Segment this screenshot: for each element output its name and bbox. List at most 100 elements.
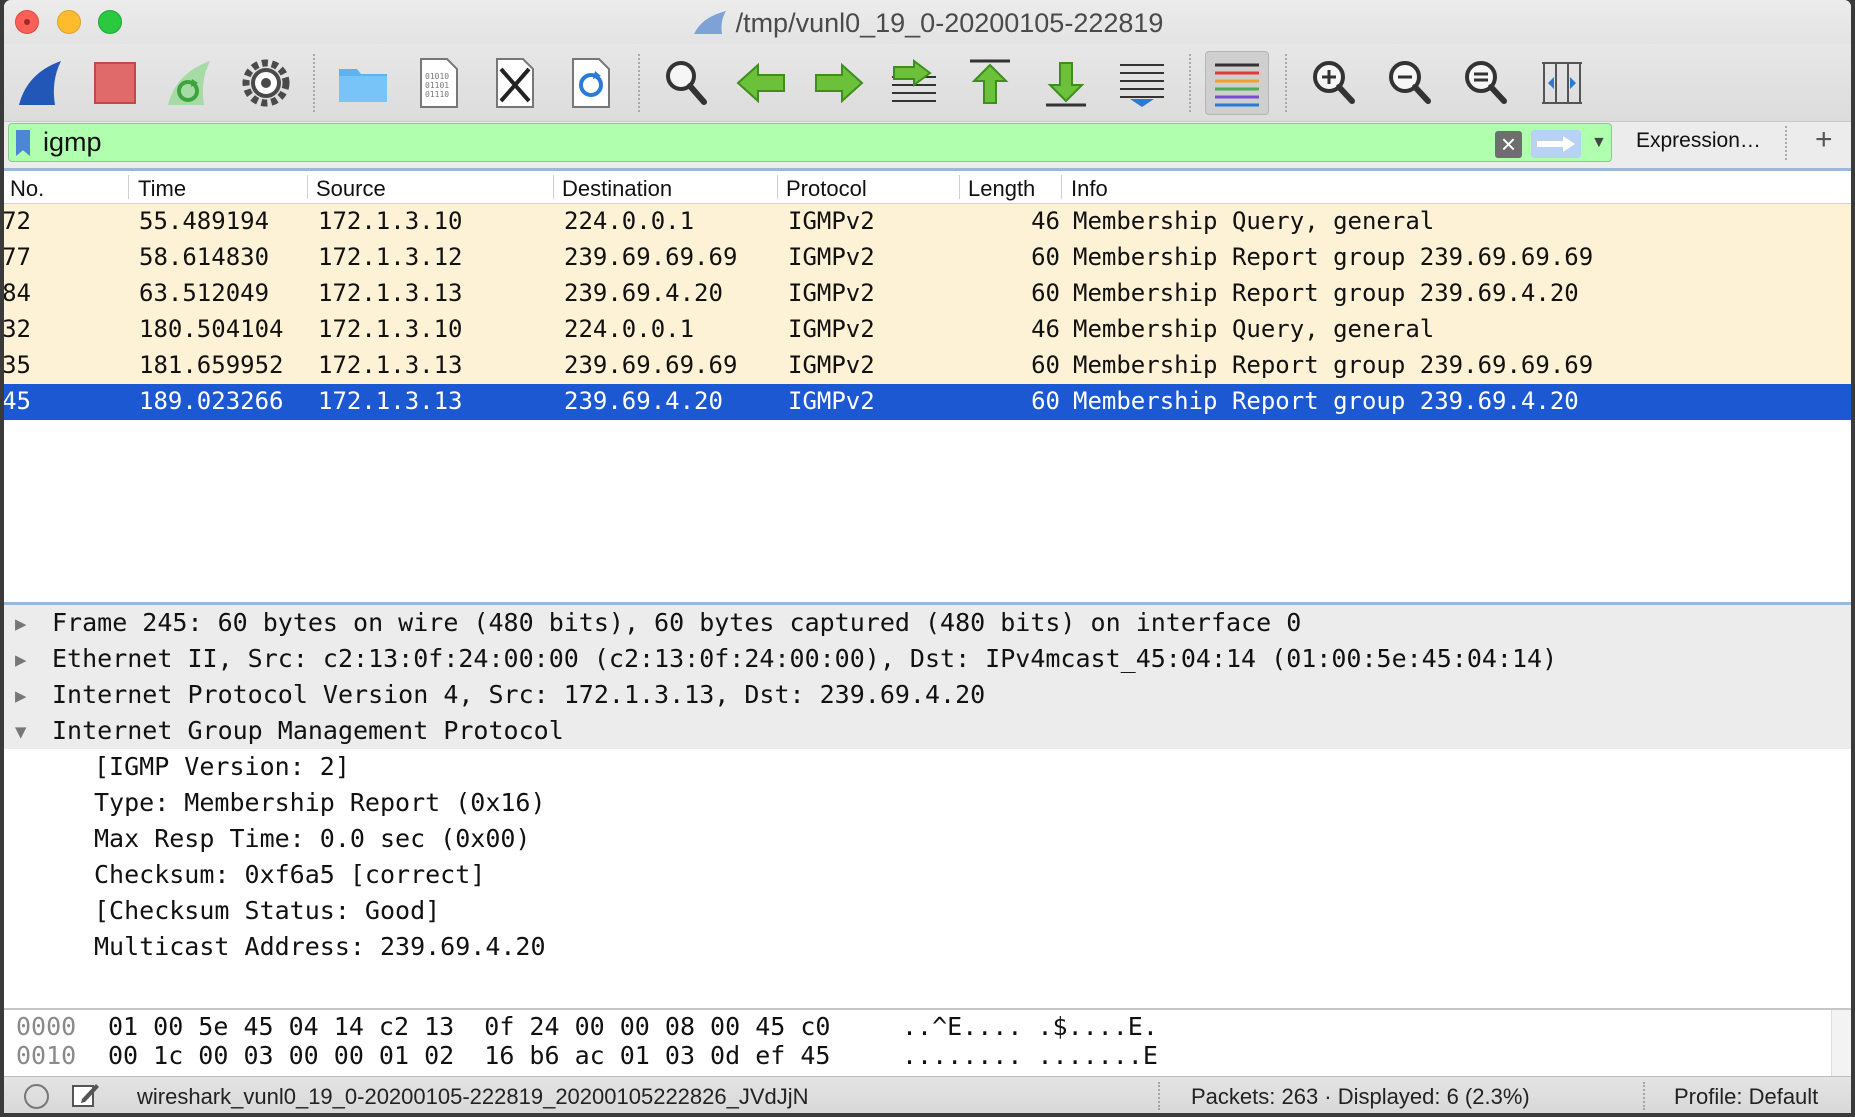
column-header-protocol[interactable]: Protocol [786, 176, 867, 202]
detail-text: Type: Membership Report (0x16) [94, 788, 546, 817]
packet-time: 189.023266 [139, 387, 284, 415]
column-header-no[interactable]: No. [10, 176, 44, 202]
last-packet-button[interactable] [1034, 51, 1098, 115]
packet-source: 172.1.3.10 [318, 207, 463, 235]
packet-row[interactable]: 232 180.504104 172.1.3.10 224.0.0.1 IGMPv2 46… [4, 312, 1851, 348]
first-packet-button[interactable] [958, 51, 1022, 115]
packet-source: 172.1.3.13 [318, 387, 463, 415]
column-header-info[interactable]: Info [1071, 176, 1108, 202]
detail-tree-field[interactable]: Multicast Address: 239.69.4.20 [4, 929, 1851, 965]
autoscroll-button[interactable] [1110, 51, 1174, 115]
colorize-button[interactable] [1205, 51, 1269, 115]
reload-file-icon [572, 58, 610, 108]
packet-time: 180.504104 [139, 315, 284, 343]
display-filter-input[interactable] [43, 126, 1243, 158]
packet-row[interactable]: 77 58.614830 172.1.3.12 239.69.69.69 IGMPv2 6… [4, 240, 1851, 276]
packet-row[interactable]: 235 181.659952 172.1.3.13 239.69.69.69 IGMPv… [4, 348, 1851, 384]
detail-tree-field[interactable]: Checksum: 0xf6a5 [correct] [4, 857, 1851, 893]
column-header-source[interactable]: Source [316, 176, 386, 202]
close-file-button[interactable] [483, 51, 547, 115]
stop-capture-button[interactable] [83, 51, 147, 115]
detail-text: Frame 245: 60 bytes on wire (480 bits), … [52, 608, 1302, 637]
filter-history-dropdown-icon[interactable]: ▼ [1591, 134, 1609, 152]
expert-info-icon[interactable] [24, 1084, 49, 1109]
packet-source: 172.1.3.13 [318, 279, 463, 307]
go-back-button[interactable] [730, 51, 794, 115]
packet-count: Packets: 263 · Displayed: 6 (2.3%) [1191, 1084, 1530, 1109]
filter-bookmark-icon[interactable] [16, 130, 30, 156]
column-header-length[interactable]: Length [968, 176, 1035, 202]
packet-list-header: No. Time Source Destination Protocol Len… [4, 171, 1851, 204]
normal-size-button[interactable] [1454, 51, 1518, 115]
packet-source: 172.1.3.12 [318, 243, 463, 271]
go-forward-button[interactable] [806, 51, 870, 115]
column-header-destination[interactable]: Destination [562, 176, 672, 202]
reload-file-button[interactable] [559, 51, 623, 115]
collapse-triangle-icon[interactable]: ▼ [15, 721, 26, 743]
packet-details-pane: ▶ Frame 245: 60 bytes on wire (480 bits),… [4, 602, 1851, 1008]
packet-time: 58.614830 [139, 243, 270, 271]
start-capture-button[interactable] [9, 51, 73, 115]
packet-length: 60 [1031, 279, 1060, 307]
packet-no: 84 [4, 279, 31, 307]
detail-tree-field[interactable]: [IGMP Version: 2] [4, 749, 1851, 785]
packet-row[interactable]: 245 189.023266 172.1.3.13 239.69.4.20 IGMPv2… [4, 384, 1851, 420]
packet-destination: 239.69.69.69 [564, 243, 738, 271]
go-to-packet-icon [892, 59, 936, 102]
packet-length: 46 [1031, 207, 1060, 235]
resize-columns-button[interactable] [1530, 51, 1594, 115]
clear-filter-icon[interactable]: × [1495, 131, 1522, 158]
window-title-text: /tmp/vunl0_19_0-20200105-222819 [735, 8, 1164, 38]
packet-destination: 224.0.0.1 [564, 315, 695, 343]
detail-tree-node[interactable]: ▶ Internet Protocol Version 4, Src: 172.1… [4, 677, 1851, 713]
add-filter-button-icon[interactable]: + [1815, 123, 1833, 157]
detail-tree-node[interactable]: ▼ Internet Group Management Protocol [4, 713, 1851, 749]
detail-tree-node[interactable]: ▶ Frame 245: 60 bytes on wire (480 bits),… [4, 605, 1851, 641]
packet-row[interactable]: 72 55.489194 172.1.3.10 224.0.0.1 IGMPv2 46 Me… [4, 204, 1851, 240]
capture-comment-icon[interactable] [70, 1081, 100, 1109]
detail-tree-field[interactable]: Type: Membership Report (0x16) [4, 785, 1851, 821]
bytes-scrollbar[interactable] [1831, 1010, 1851, 1078]
detail-text: Ethernet II, Src: c2:13:0f:24:00:00 (c2:… [52, 644, 1558, 673]
packet-row[interactable]: 84 63.512049 172.1.3.13 239.69.4.20 IGMPv2 60… [4, 276, 1851, 312]
main-toolbar: 01010 01101 01110 [4, 44, 1851, 122]
go-to-packet-button[interactable] [882, 51, 946, 115]
zoom-in-icon [1313, 61, 1355, 104]
find-packet-button[interactable] [654, 51, 718, 115]
packet-no: 235 [4, 351, 31, 379]
packet-no: 72 [4, 207, 31, 235]
stop-capture-icon [94, 62, 136, 104]
packet-bytes-pane: 0000 01 00 5e 45 04 14 c2 13 0f 24 00 00 … [4, 1008, 1851, 1078]
detail-tree-field[interactable]: [Checksum Status: Good] [4, 893, 1851, 929]
bytes-row[interactable]: 0010 00 1c 00 03 00 00 01 02 16 b6 ac 01 … [4, 1039, 1851, 1070]
find-packet-icon [666, 61, 707, 105]
save-file-button[interactable]: 01010 01101 01110 [407, 51, 471, 115]
ascii-dump: ..^E.... .$....E. [902, 1012, 1158, 1041]
packet-destination: 239.69.4.20 [564, 279, 723, 307]
column-header-time[interactable]: Time [138, 176, 186, 202]
profile-label[interactable]: Profile: Default [1674, 1084, 1818, 1110]
restart-capture-button[interactable] [158, 51, 222, 115]
zoom-out-button[interactable] [1378, 51, 1442, 115]
capture-options-button[interactable] [234, 51, 298, 115]
display-filter-field: × ▼ [8, 123, 1612, 162]
apply-filter-button[interactable] [1531, 130, 1581, 158]
packet-length: 46 [1031, 315, 1060, 343]
bytes-row[interactable]: 0000 01 00 5e 45 04 14 c2 13 0f 24 00 00 … [4, 1010, 1851, 1041]
expression-button[interactable]: Expression… [1636, 129, 1761, 153]
open-file-button[interactable] [331, 51, 395, 115]
packet-info: Membership Query, general [1073, 315, 1435, 343]
packet-protocol: IGMPv2 [788, 207, 875, 235]
packet-protocol: IGMPv2 [788, 387, 875, 415]
detail-text: Max Resp Time: 0.0 sec (0x00) [94, 824, 531, 853]
detail-tree-node[interactable]: ▶ Ethernet II, Src: c2:13:0f:24:00:00 (c2… [4, 641, 1851, 677]
detail-tree-field[interactable]: Max Resp Time: 0.0 sec (0x00) [4, 821, 1851, 857]
expand-triangle-icon[interactable]: ▶ [15, 613, 26, 635]
zoom-in-button[interactable] [1302, 51, 1366, 115]
packet-no: 232 [4, 315, 31, 343]
go-forward-arrow-icon [815, 62, 864, 104]
expand-triangle-icon[interactable]: ▶ [15, 685, 26, 707]
byte-offset: 0000 [16, 1012, 77, 1041]
expand-triangle-icon[interactable]: ▶ [15, 649, 26, 671]
packet-source: 172.1.3.13 [318, 351, 463, 379]
